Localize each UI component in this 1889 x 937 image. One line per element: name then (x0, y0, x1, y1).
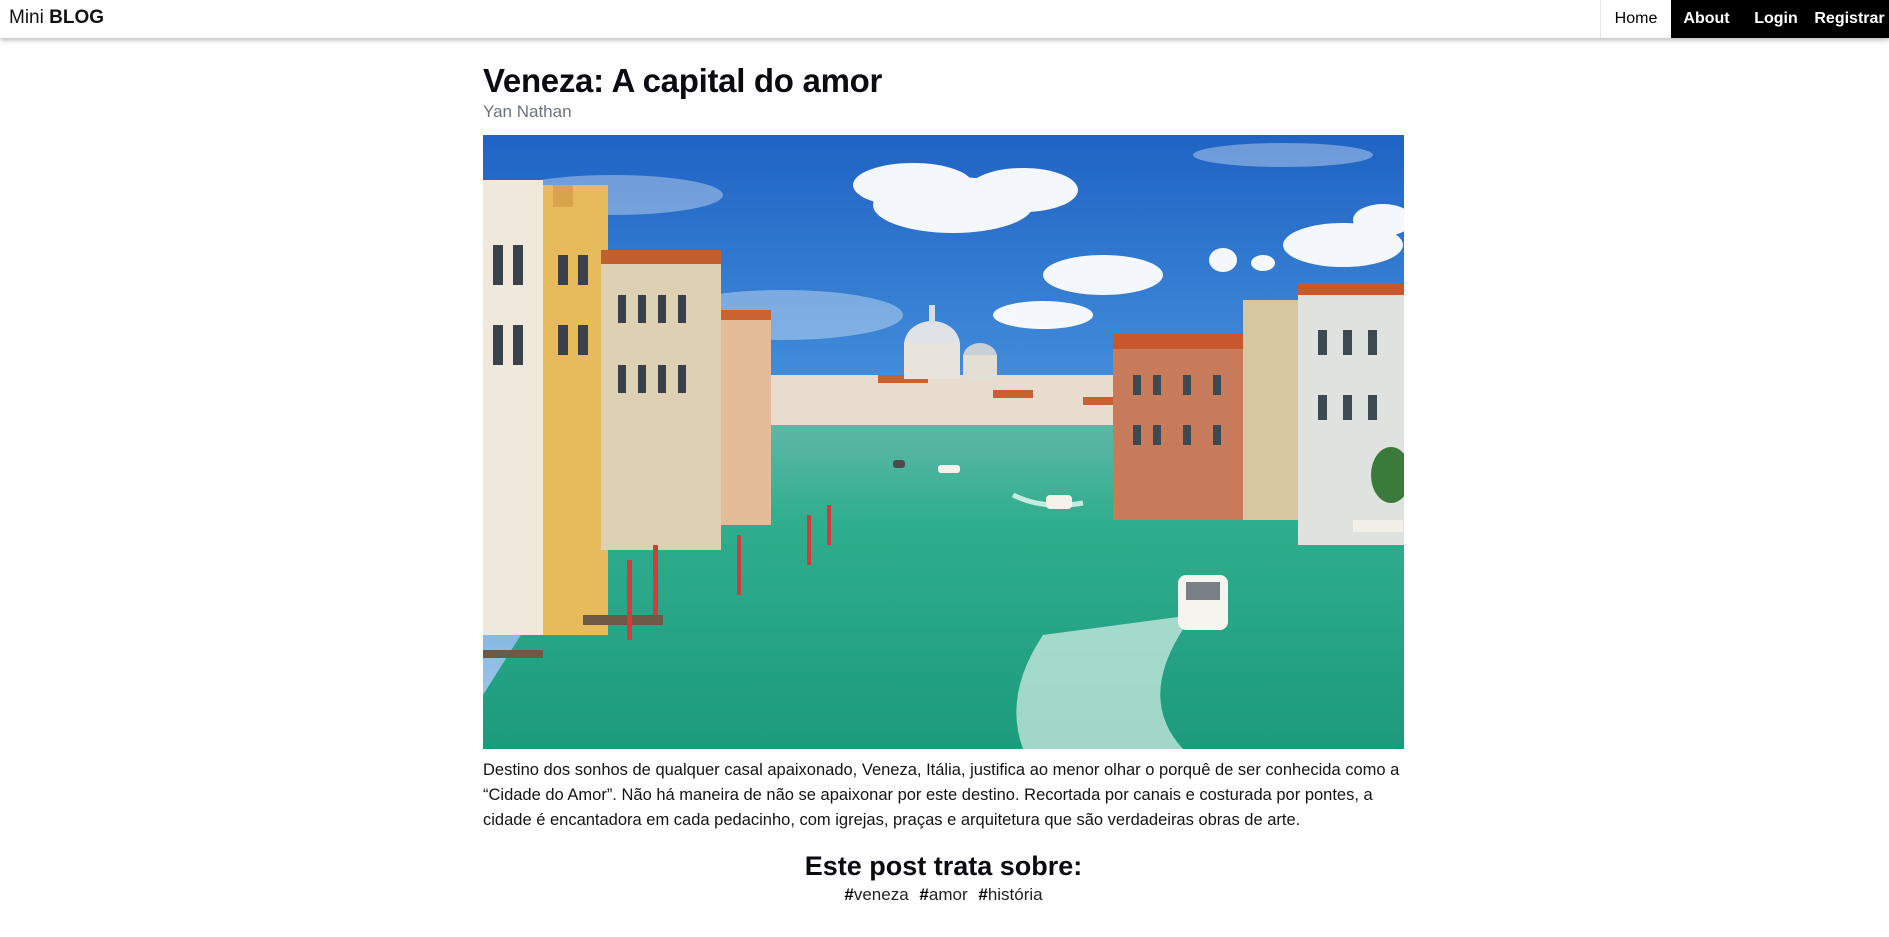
nav-link-registrar[interactable]: Registrar (1810, 0, 1889, 38)
brand-logo[interactable]: Mini BLOG (9, 7, 104, 29)
venice-grand-canal-photo (483, 135, 1404, 749)
tag-amor[interactable]: #amor (919, 884, 967, 906)
tag-label: história (987, 885, 1043, 904)
nav-link-login[interactable]: Login (1742, 0, 1810, 38)
tags-list: #veneza #amor #história (483, 884, 1404, 906)
nav-links: Home About Login Registrar (1600, 0, 1889, 38)
post-body: Destino dos sonhos de qualquer casal apa… (483, 761, 1400, 829)
nav-link-about[interactable]: About (1671, 0, 1742, 38)
tag-label: veneza (853, 885, 909, 904)
nav-link-home[interactable]: Home (1600, 0, 1671, 38)
tag-veneza[interactable]: #veneza (844, 884, 908, 906)
brand-bold: BLOG (49, 7, 105, 28)
navbar: Mini BLOG Home About Login Registrar (0, 0, 1889, 38)
tag-historia[interactable]: #história (978, 884, 1042, 906)
post-author: Yan Nathan (483, 102, 572, 121)
post-title: Veneza: A capital do amor (483, 62, 883, 99)
tag-label: amor (928, 885, 968, 904)
brand-light: Mini (9, 7, 44, 28)
hash-icon: # (919, 885, 929, 904)
post: Veneza: A capital do amor Yan Nathan Des… (483, 60, 1404, 904)
hash-icon: # (978, 885, 988, 904)
tags-title: Este post trata sobre: (804, 851, 1083, 881)
hash-icon: # (844, 885, 854, 904)
